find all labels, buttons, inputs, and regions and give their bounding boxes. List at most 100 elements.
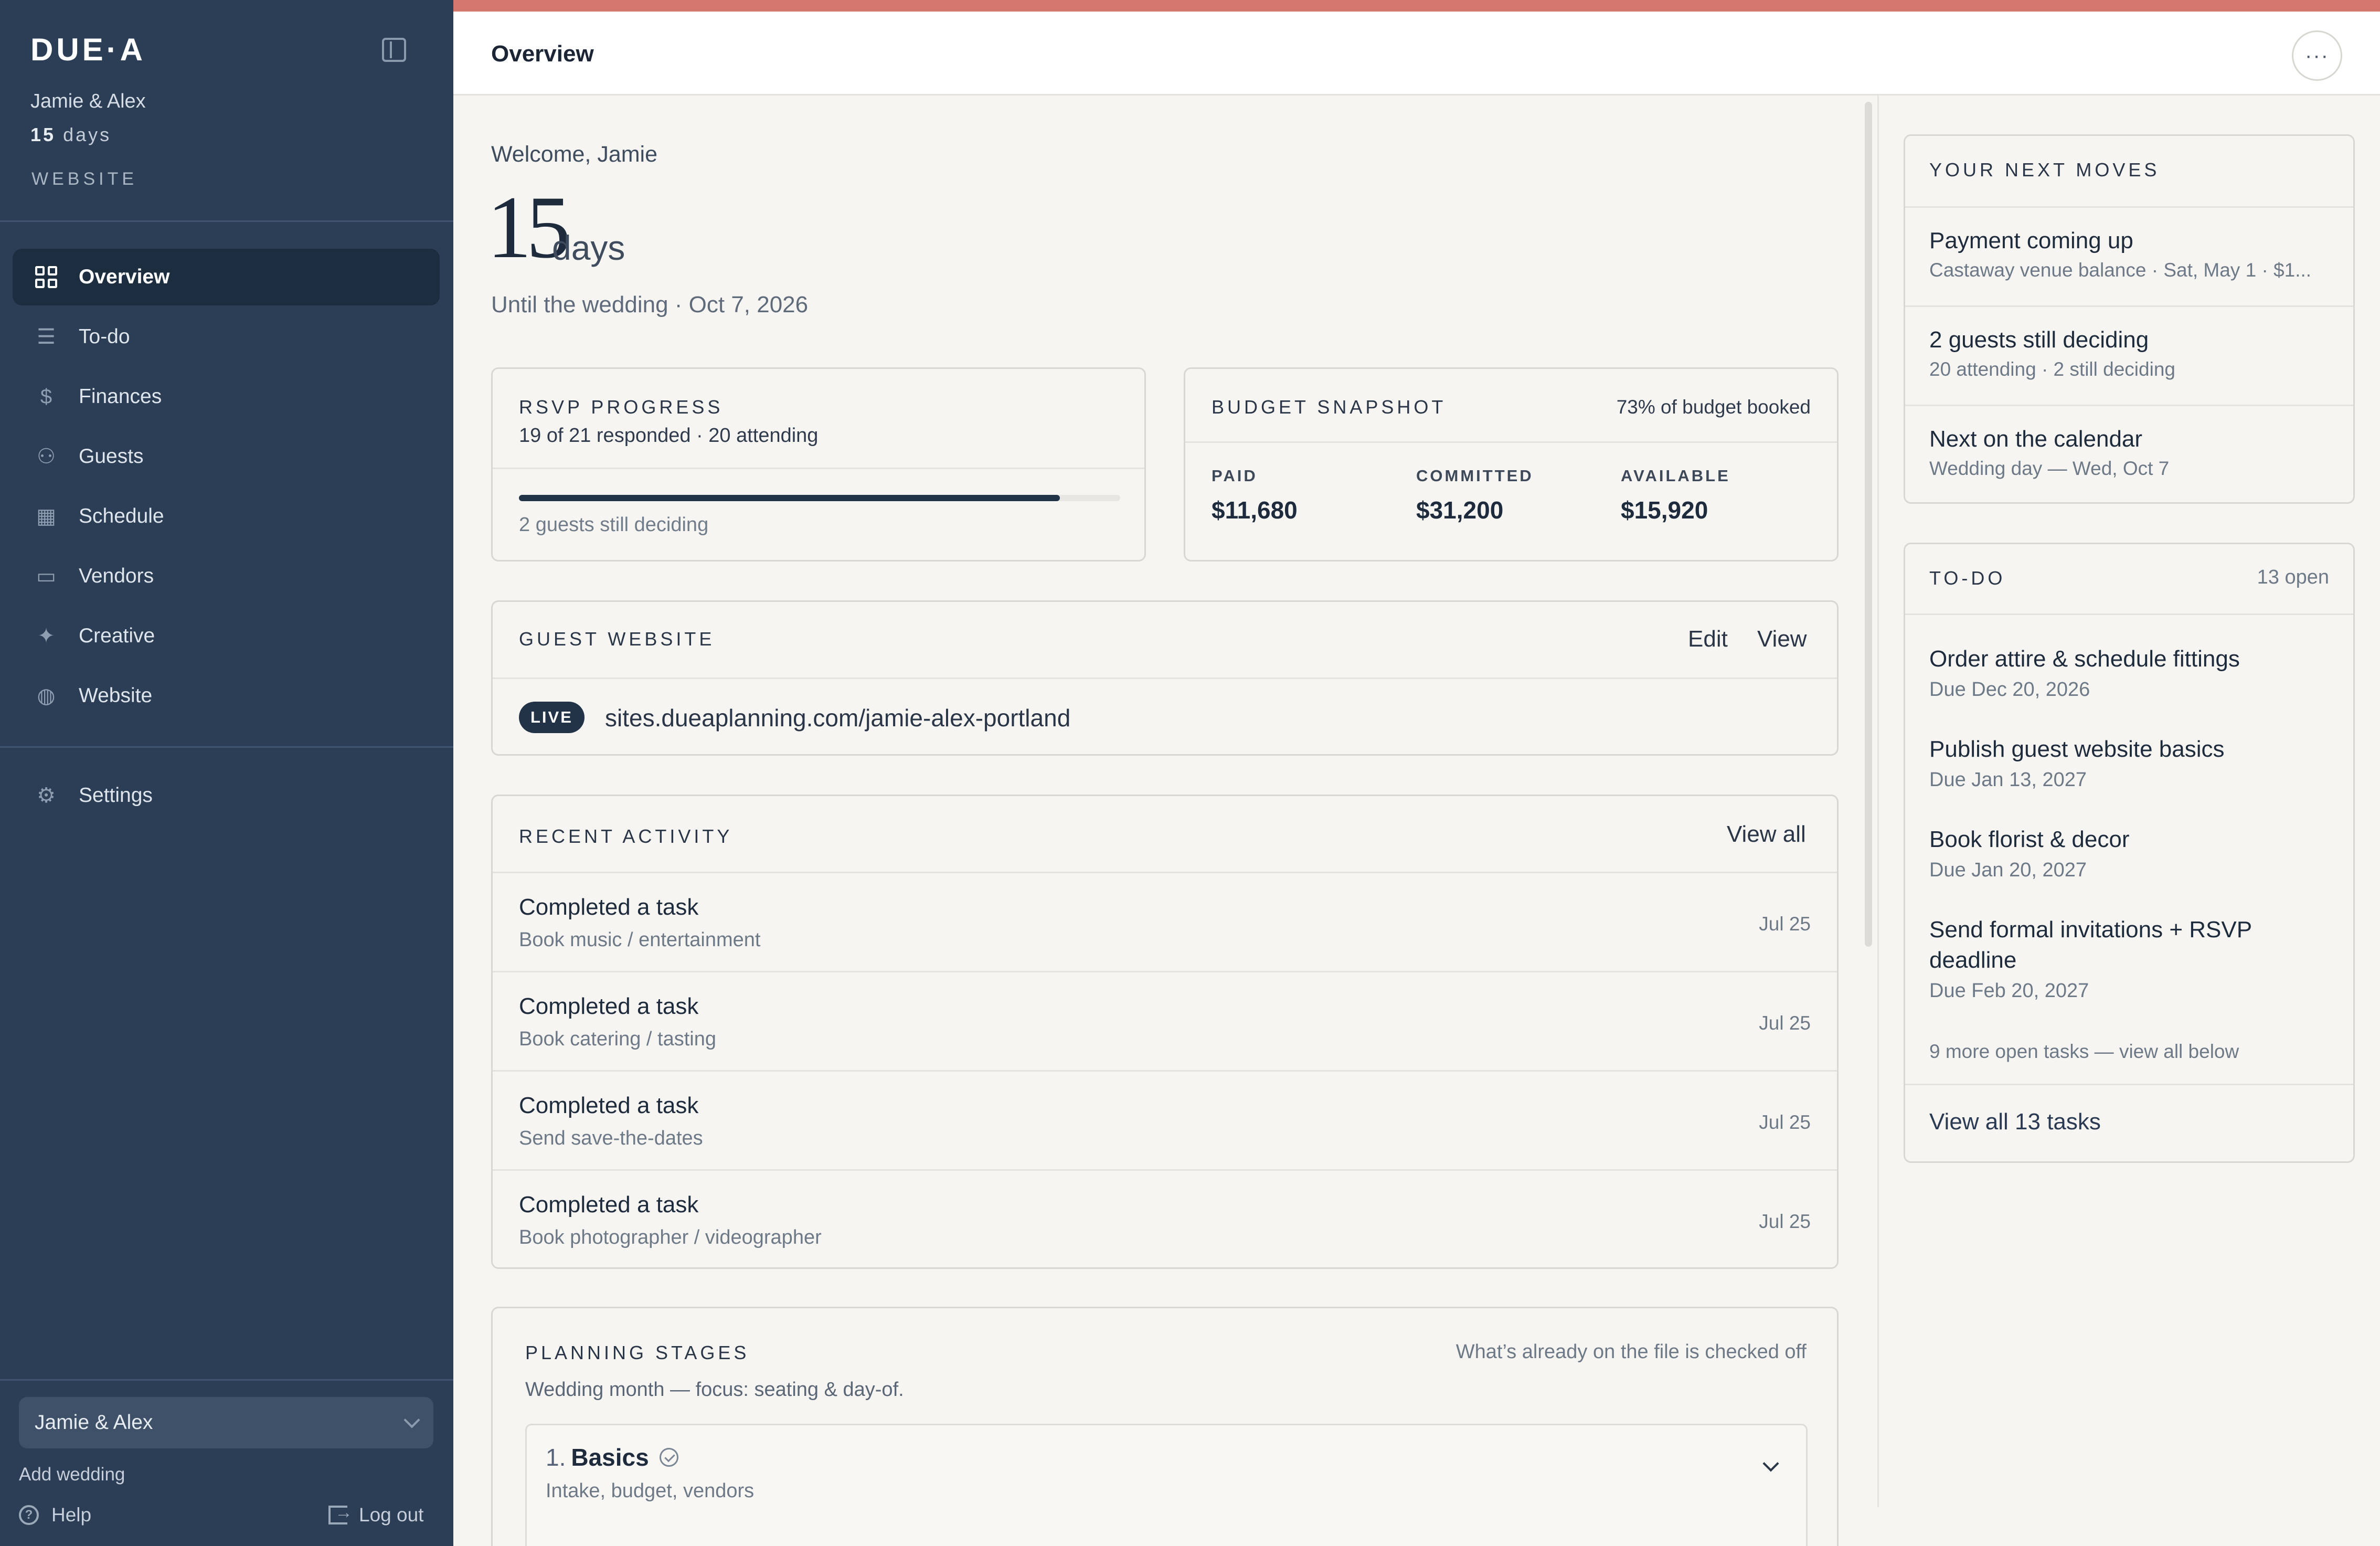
chevron-down-icon[interactable] bbox=[1762, 1455, 1779, 1472]
budget-snapshot-card[interactable]: BUDGET SNAPSHOT 73% of budget booked PAI… bbox=[1184, 367, 1839, 562]
next-move-item[interactable]: 2 guests still deciding 20 attending · 2… bbox=[1905, 307, 2353, 406]
sidebar-item-label: Finances bbox=[79, 385, 162, 408]
recent-activity-card: RECENT ACTIVITY View all Completed a tas… bbox=[491, 795, 1839, 1269]
card-title: RECENT ACTIVITY bbox=[519, 825, 733, 847]
move-title: Next on the calendar bbox=[1929, 426, 2143, 452]
sidebar-item-label: Creative bbox=[79, 624, 155, 647]
activity-row[interactable]: Completed a task Send save-the-dates Jul… bbox=[493, 1072, 1837, 1171]
logout-icon bbox=[328, 1502, 353, 1524]
card-title: GUEST WEBSITE bbox=[519, 628, 715, 650]
stat-value: $15,920 bbox=[1621, 496, 1708, 524]
rsvp-progress-card[interactable]: RSVP PROGRESS 19 of 21 responded · 20 at… bbox=[491, 367, 1146, 562]
activity-row[interactable]: Completed a task Book catering / tasting… bbox=[493, 972, 1837, 1072]
todo-card: TO-DO 13 open Order attire & schedule fi… bbox=[1904, 543, 2355, 1163]
page-title: Overview bbox=[491, 41, 594, 67]
activity-date: Jul 25 bbox=[1759, 1111, 1811, 1133]
task-title: Book florist & decor bbox=[1929, 827, 2130, 852]
countdown-unit: days bbox=[63, 124, 112, 145]
sidebar-item-label: Settings bbox=[79, 784, 153, 807]
move-detail: Castaway venue balance · Sat, May 1 · $1… bbox=[1929, 259, 2312, 281]
todo-item[interactable]: Order attire & schedule fittings Due Dec… bbox=[1929, 644, 2328, 701]
sidebar-item-label: To-do bbox=[79, 325, 130, 348]
task-title: Send formal invitations + RSVP deadline bbox=[1929, 917, 2252, 973]
task-title: Order attire & schedule fittings bbox=[1929, 646, 2240, 672]
view-all-tasks-link[interactable]: View all 13 tasks bbox=[1929, 1109, 2101, 1135]
scrollbar[interactable] bbox=[1865, 102, 1872, 947]
guest-website-card: GUEST WEBSITE Edit View LIVE sites.dueap… bbox=[491, 600, 1839, 756]
sidebar-item-overview[interactable]: Overview bbox=[13, 249, 440, 305]
stat-label: AVAILABLE bbox=[1621, 467, 1730, 485]
stage-description: Intake, budget, vendors bbox=[546, 1480, 755, 1502]
activity-detail: Send save-the-dates bbox=[519, 1127, 703, 1149]
top-bar: Overview ··· bbox=[453, 12, 2380, 96]
rsvp-summary: 19 of 21 responded · 20 attending bbox=[519, 425, 819, 447]
stat-paid: PAID $11,680 bbox=[1212, 467, 1298, 524]
dollar-icon: $ bbox=[40, 385, 52, 408]
todo-item[interactable]: Book florist & decor Due Jan 20, 2027 bbox=[1929, 824, 2328, 882]
sidebar-item-vendors[interactable]: ▭ Vendors bbox=[13, 548, 440, 605]
users-icon: ⚇ bbox=[37, 445, 56, 468]
calendar-icon: ▦ bbox=[36, 505, 56, 528]
website-link[interactable]: WEBSITE bbox=[31, 169, 137, 189]
move-title: 2 guests still deciding bbox=[1929, 327, 2149, 353]
move-title: Payment coming up bbox=[1929, 228, 2133, 253]
website-url[interactable]: sites.dueaplanning.com/jamie-alex-portla… bbox=[605, 704, 1070, 732]
activity-title: Completed a task bbox=[519, 1192, 699, 1217]
sidebar-item-label: Vendors bbox=[79, 565, 154, 587]
sidebar-item-finances[interactable]: $ Finances bbox=[13, 368, 440, 425]
sidebar: DUE·A Jamie & Alex 15 days WEBSITE Overv… bbox=[0, 0, 453, 1546]
globe-icon: ◍ bbox=[37, 684, 56, 707]
stat-committed: COMMITTED $31,200 bbox=[1416, 467, 1534, 524]
next-move-item[interactable]: Next on the calendar Wedding day — Wed, … bbox=[1905, 406, 2353, 505]
more-options-button[interactable]: ··· bbox=[2292, 30, 2342, 81]
grid-icon bbox=[35, 266, 58, 289]
sidebar-item-settings[interactable]: ⚙ Settings bbox=[13, 767, 440, 824]
add-wedding-link[interactable]: Add wedding bbox=[19, 1464, 125, 1485]
divider bbox=[1185, 441, 1837, 443]
activity-date: Jul 25 bbox=[1759, 913, 1811, 935]
help-link[interactable]: ? Help bbox=[19, 1504, 91, 1526]
gear-icon: ⚙ bbox=[37, 784, 56, 807]
wedding-date: Until the wedding · Oct 7, 2026 bbox=[491, 292, 809, 317]
sidebar-item-website[interactable]: ◍ Website bbox=[13, 668, 440, 724]
sidebar-item-label: Overview bbox=[79, 266, 170, 288]
sidebar-item-creative[interactable]: ✦ Creative bbox=[13, 608, 440, 664]
task-due: Due Jan 13, 2027 bbox=[1929, 769, 2087, 791]
rsvp-pending: 2 guests still deciding bbox=[519, 514, 709, 536]
divider bbox=[493, 468, 1144, 469]
stat-value: $31,200 bbox=[1416, 496, 1504, 524]
divider bbox=[1905, 1084, 2353, 1085]
view-all-activity-link[interactable]: View all bbox=[1727, 821, 1806, 848]
view-website-link[interactable]: View bbox=[1757, 626, 1807, 652]
todo-item[interactable]: Publish guest website basics Due Jan 13,… bbox=[1929, 734, 2328, 791]
next-move-item[interactable]: Payment coming up Castaway venue balance… bbox=[1905, 208, 2353, 307]
wedding-select[interactable]: Jamie & Alex bbox=[19, 1397, 433, 1448]
sidebar-item-guests[interactable]: ⚇ Guests bbox=[13, 428, 440, 485]
briefcase-icon: ▭ bbox=[36, 565, 56, 588]
sidebar-item-todo[interactable]: ☰ To-do bbox=[13, 309, 440, 365]
help-icon: ? bbox=[19, 1505, 39, 1525]
countdown-number: 15 bbox=[30, 124, 56, 145]
sidebar-item-schedule[interactable]: ▦ Schedule bbox=[13, 488, 440, 545]
divider bbox=[0, 746, 453, 748]
logout-button[interactable]: Log out bbox=[328, 1502, 423, 1526]
activity-date: Jul 25 bbox=[1759, 1012, 1811, 1034]
divider bbox=[0, 220, 453, 222]
stage-number: 1. bbox=[546, 1444, 566, 1471]
budget-booked: 73% of budget booked bbox=[1616, 396, 1811, 418]
app-logo[interactable]: DUE·A bbox=[30, 31, 146, 68]
collapse-sidebar-icon[interactable] bbox=[382, 38, 406, 62]
todo-item[interactable]: Send formal invitations + RSVP deadline … bbox=[1929, 915, 2328, 1002]
accent-strip bbox=[453, 0, 2380, 12]
activity-row[interactable]: Completed a task Book photographer / vid… bbox=[493, 1171, 1837, 1270]
edit-website-link[interactable]: Edit bbox=[1688, 626, 1728, 652]
activity-row[interactable]: Completed a task Book music / entertainm… bbox=[493, 873, 1837, 972]
stages-note: What’s already on the file is checked of… bbox=[1455, 1341, 1807, 1363]
card-title: YOUR NEXT MOVES bbox=[1929, 159, 2160, 181]
more-tasks-note: 9 more open tasks — view all below bbox=[1929, 1041, 2239, 1062]
couple-name: Jamie & Alex bbox=[30, 90, 146, 112]
stage-basics[interactable]: 1. Basics Intake, budget, vendors bbox=[525, 1424, 1808, 1546]
rsvp-progress-bar bbox=[519, 495, 1120, 501]
activity-title: Completed a task bbox=[519, 1093, 699, 1118]
welcome-text: Welcome, Jamie bbox=[491, 142, 658, 167]
